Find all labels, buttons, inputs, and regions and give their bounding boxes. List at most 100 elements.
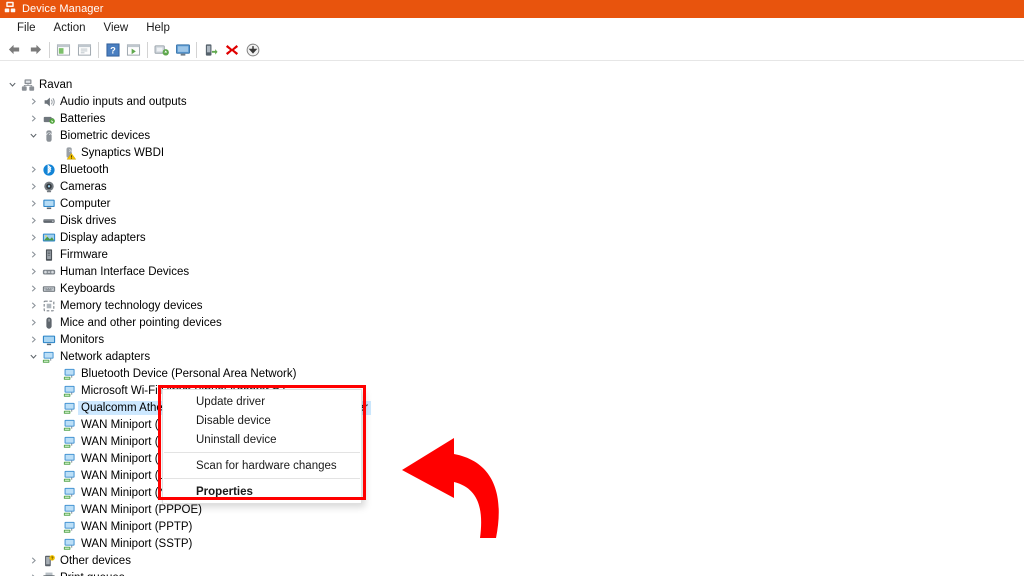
tree-item-label: Computer bbox=[60, 197, 111, 210]
context-menu[interactable]: Update driver Disable device Uninstall dev… bbox=[162, 389, 362, 504]
disk-drive-icon bbox=[40, 214, 57, 228]
ctx-uninstall-device[interactable]: Uninstall device bbox=[163, 430, 361, 449]
network-adapter-icon bbox=[61, 520, 78, 534]
tree-item-label: Human Interface Devices bbox=[60, 265, 190, 278]
chevron-right-icon[interactable] bbox=[27, 114, 40, 123]
chevron-right-icon[interactable] bbox=[27, 250, 40, 259]
tree-item[interactable]: Ravan bbox=[0, 76, 72, 93]
enable-device-icon[interactable] bbox=[200, 40, 221, 60]
tree-item[interactable]: Computer bbox=[0, 195, 111, 212]
device-tree[interactable]: Ravan Audio inputs and outputs Batteries Bi… bbox=[0, 64, 1024, 576]
memory-icon bbox=[40, 299, 57, 313]
network-adapter-icon bbox=[61, 452, 78, 466]
chevron-right-icon[interactable] bbox=[27, 182, 40, 191]
display-icon[interactable] bbox=[172, 40, 193, 60]
scan-hardware-changes-icon[interactable] bbox=[151, 40, 172, 60]
menu-bar: File Action View Help bbox=[0, 18, 1024, 39]
speaker-icon bbox=[40, 95, 57, 109]
toolbar: ? bbox=[0, 39, 1024, 61]
chevron-right-icon[interactable] bbox=[27, 335, 40, 344]
ctx-disable-device[interactable]: Disable device bbox=[163, 411, 361, 430]
tree-item-label: Other devices bbox=[60, 554, 131, 567]
chevron-right-icon[interactable] bbox=[27, 216, 40, 225]
chevron-right-icon[interactable] bbox=[27, 233, 40, 242]
forward-arrow-icon[interactable] bbox=[25, 40, 46, 60]
show-hide-console-tree-icon[interactable] bbox=[53, 40, 74, 60]
display-adapter-icon bbox=[40, 231, 57, 245]
biometric-icon bbox=[40, 129, 57, 143]
tree-item[interactable]: Memory technology devices bbox=[0, 297, 203, 314]
tree-item[interactable]: Bluetooth bbox=[0, 161, 109, 178]
tree-item[interactable]: Mice and other pointing devices bbox=[0, 314, 222, 331]
tree-item[interactable]: Synaptics WBDI bbox=[0, 144, 164, 161]
device-manager-icon bbox=[4, 0, 16, 18]
tree-item[interactable]: Cameras bbox=[0, 178, 107, 195]
tree-item[interactable]: Human Interface Devices bbox=[0, 263, 189, 280]
tree-item[interactable]: Display adapters bbox=[0, 229, 146, 246]
svg-text:?: ? bbox=[110, 45, 116, 55]
chevron-down-icon[interactable] bbox=[27, 352, 40, 361]
tree-item[interactable]: Keyboards bbox=[0, 280, 115, 297]
svg-text:?: ? bbox=[50, 555, 53, 560]
toolbar-separator bbox=[147, 41, 148, 58]
computer-root-icon bbox=[19, 78, 36, 92]
chevron-down-icon[interactable] bbox=[27, 131, 40, 140]
tree-item[interactable]: Audio inputs and outputs bbox=[0, 93, 187, 110]
tree-item[interactable]: Disk drives bbox=[0, 212, 116, 229]
download-icon[interactable] bbox=[242, 40, 263, 60]
tree-item-label: WAN Miniport (IP) bbox=[81, 435, 174, 448]
tree-item-label: Memory technology devices bbox=[60, 299, 203, 312]
properties-icon[interactable] bbox=[74, 40, 95, 60]
network-adapter-icon bbox=[61, 503, 78, 517]
tree-item-label: Mice and other pointing devices bbox=[60, 316, 222, 329]
tree-item[interactable]: Biometric devices bbox=[0, 127, 150, 144]
uninstall-device-icon[interactable] bbox=[221, 40, 242, 60]
chevron-right-icon[interactable] bbox=[27, 318, 40, 327]
context-menu-wrapper: Update driver Disable device Uninstall dev… bbox=[158, 385, 366, 504]
chevron-right-icon[interactable] bbox=[27, 301, 40, 310]
menu-view[interactable]: View bbox=[95, 20, 138, 36]
network-adapter-icon bbox=[61, 537, 78, 551]
update-driver-icon[interactable] bbox=[123, 40, 144, 60]
menu-help[interactable]: Help bbox=[137, 20, 179, 36]
tree-item[interactable]: WAN Miniport (IPv6) bbox=[0, 450, 185, 467]
menu-action[interactable]: Action bbox=[45, 20, 95, 36]
tree-item[interactable]: Print queues bbox=[0, 569, 125, 576]
network-adapter-icon bbox=[61, 367, 78, 381]
other-device-icon: ? bbox=[40, 554, 57, 568]
back-arrow-icon[interactable] bbox=[4, 40, 25, 60]
tree-item[interactable]: Network adapters bbox=[0, 348, 150, 365]
biometric-device-icon bbox=[61, 146, 78, 160]
chevron-right-icon[interactable] bbox=[27, 199, 40, 208]
chevron-right-icon[interactable] bbox=[27, 97, 40, 106]
menu-file[interactable]: File bbox=[8, 20, 45, 36]
tree-item[interactable]: Firmware bbox=[0, 246, 108, 263]
tree-item[interactable]: Bluetooth Device (Personal Area Network) bbox=[0, 365, 296, 382]
network-adapter-icon bbox=[61, 418, 78, 432]
tree-item-label: WAN Miniport (SSTP) bbox=[81, 537, 193, 550]
chevron-right-icon[interactable] bbox=[27, 267, 40, 276]
tree-item[interactable]: WAN Miniport (SSTP) bbox=[0, 535, 192, 552]
network-adapter-icon bbox=[61, 486, 78, 500]
firmware-icon bbox=[40, 248, 57, 262]
tree-item-label: Bluetooth bbox=[60, 163, 109, 176]
monitor-icon bbox=[40, 333, 57, 347]
tree-item[interactable]: WAN Miniport (PPTP) bbox=[0, 518, 192, 535]
tree-item[interactable]: WAN Miniport (IP) bbox=[0, 433, 173, 450]
network-adapter-icon bbox=[61, 384, 78, 398]
chevron-right-icon[interactable] bbox=[27, 556, 40, 565]
ctx-scan-hardware-changes[interactable]: Scan for hardware changes bbox=[163, 456, 361, 475]
ctx-update-driver[interactable]: Update driver bbox=[163, 392, 361, 411]
chevron-right-icon[interactable] bbox=[27, 165, 40, 174]
bluetooth-icon bbox=[40, 163, 57, 177]
tree-item[interactable]: Monitors bbox=[0, 331, 104, 348]
tree-item-label: Bluetooth Device (Personal Area Network) bbox=[81, 367, 297, 380]
tree-item[interactable]: Batteries bbox=[0, 110, 105, 127]
ctx-properties[interactable]: Properties bbox=[163, 482, 361, 501]
network-adapter-icon bbox=[61, 401, 78, 415]
chevron-down-icon[interactable] bbox=[6, 80, 19, 89]
chevron-right-icon[interactable] bbox=[27, 284, 40, 293]
tree-item[interactable]: ? Other devices bbox=[0, 552, 131, 569]
help-icon[interactable]: ? bbox=[102, 40, 123, 60]
toolbar-separator bbox=[196, 41, 197, 58]
